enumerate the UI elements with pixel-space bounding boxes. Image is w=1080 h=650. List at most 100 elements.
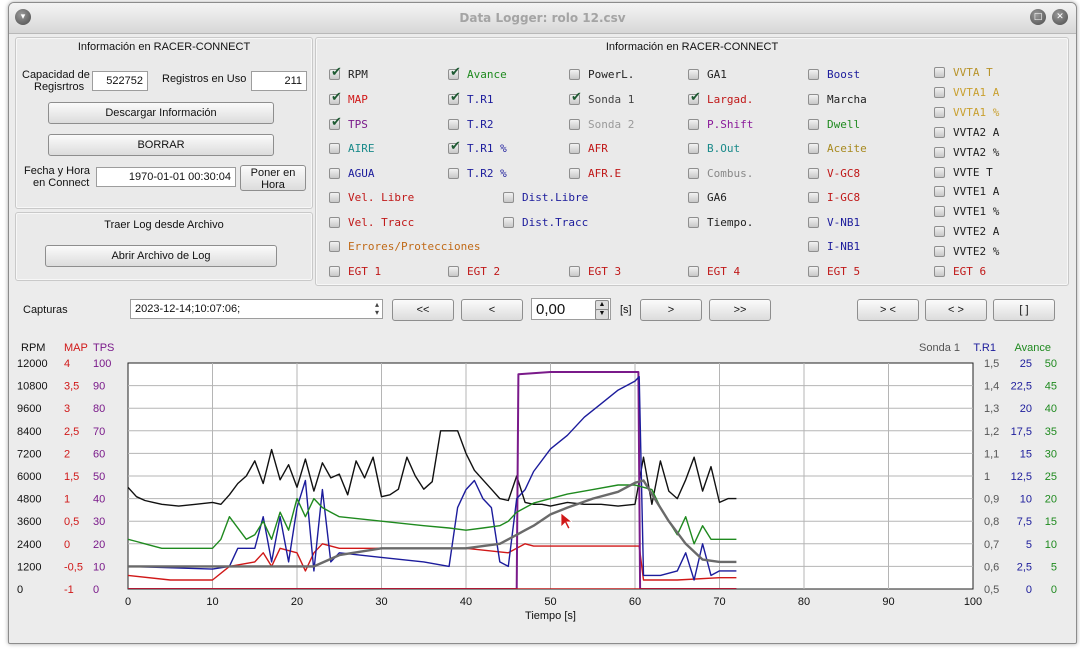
download-button[interactable]: Descargar Información xyxy=(48,102,274,124)
checkbox-box[interactable] xyxy=(688,168,699,179)
checkbox-box[interactable]: ✔ xyxy=(329,116,342,130)
checkbox-box[interactable] xyxy=(448,119,459,130)
checkmark-icon: ✔ xyxy=(331,90,342,105)
x-tick-label: 60 xyxy=(629,596,641,608)
last-button[interactable]: >> xyxy=(709,299,771,321)
checkbox-box[interactable] xyxy=(934,246,945,258)
checkbox-box[interactable] xyxy=(808,119,819,130)
checkbox-box[interactable] xyxy=(503,217,514,228)
checkbox-box[interactable] xyxy=(329,143,340,154)
checkbox-box[interactable] xyxy=(688,266,699,277)
checkbox-box[interactable] xyxy=(934,226,945,238)
right-axis-tick: 22,5 xyxy=(1011,381,1032,393)
racer-connect-info-group: Información en RACER-CONNECT Capacidad d… xyxy=(15,37,313,209)
checkbox-label: Vel. Tracc xyxy=(348,216,415,229)
left-axis-title: TPS xyxy=(93,342,114,354)
checkbox-box[interactable] xyxy=(688,217,699,228)
checkbox-box[interactable]: ✔ xyxy=(329,65,342,80)
right-axis-tick: 45 xyxy=(1045,381,1057,393)
checkbox-box[interactable] xyxy=(569,143,580,154)
spin-down-icon[interactable]: ▼ xyxy=(595,309,609,320)
checkbox-box[interactable] xyxy=(569,119,580,130)
plot-svg: 0 10 20 30 40 50 60 70 80 90 100Tiempo [s]RPM12000… xyxy=(17,342,1057,622)
checkbox-box[interactable] xyxy=(934,186,945,198)
checkbox-box[interactable] xyxy=(808,94,819,105)
left-axis-tick: 20 xyxy=(93,539,105,551)
right-axis-tick: 5 xyxy=(1026,539,1032,551)
checkbox-box[interactable] xyxy=(329,266,340,277)
checkbox-box[interactable]: ✔ xyxy=(448,66,461,80)
erase-button[interactable]: BORRAR xyxy=(48,134,274,156)
close-icon[interactable]: ✕ xyxy=(1052,9,1068,25)
checkbox-box[interactable] xyxy=(934,206,945,218)
left-axis-tick: 1 xyxy=(64,494,70,506)
checkbox-label: P.Shift xyxy=(707,118,754,131)
checkbox-box[interactable] xyxy=(448,266,459,277)
fit-view-button[interactable]: [ ] xyxy=(993,299,1055,321)
x-tick-label: 50 xyxy=(544,596,556,608)
checkmark-icon: ✔ xyxy=(331,65,342,80)
x-tick-label: 90 xyxy=(882,596,894,608)
set-time-button[interactable]: Poner en Hora xyxy=(240,165,306,191)
group-title: Traer Log desde Archivo xyxy=(104,219,224,231)
checkbox-label: Avance xyxy=(467,68,507,81)
checkbox-box[interactable] xyxy=(808,69,819,80)
checkbox-box[interactable] xyxy=(688,69,699,80)
checkbox-box[interactable] xyxy=(808,217,819,228)
checkbox-box[interactable] xyxy=(329,192,340,203)
left-axis-tick: 1200 xyxy=(17,561,41,573)
checkbox-box[interactable] xyxy=(329,241,340,252)
checkbox-box[interactable] xyxy=(688,143,699,154)
checkbox-box[interactable]: ✔ xyxy=(688,91,701,105)
checkbox-label: VVTE1 % xyxy=(953,205,1000,219)
checkbox-label: T.R2 % xyxy=(467,167,507,180)
data-logger-window: ▾ Data Logger: rolo 12.csv □ ✕ Informaci… xyxy=(8,2,1077,644)
checkbox-box[interactable] xyxy=(503,192,514,203)
next-button[interactable]: > xyxy=(640,299,702,321)
checkbox-box[interactable] xyxy=(569,266,580,277)
checkbox-box[interactable] xyxy=(688,119,699,130)
checkbox-box[interactable] xyxy=(934,86,945,98)
checkbox-box[interactable] xyxy=(934,126,945,138)
checkbox-box[interactable] xyxy=(808,266,819,277)
channels-group: Información en RACER-CONNECT ✔ RPM ✔ Avance… xyxy=(315,37,1069,286)
checkbox-box[interactable] xyxy=(934,166,945,178)
checkbox-label: T.R1 % xyxy=(467,142,507,155)
checkbox-box[interactable] xyxy=(808,168,819,179)
checkbox-label: VVTA2 A xyxy=(953,125,1000,139)
checkbox-box[interactable]: ✔ xyxy=(448,91,461,105)
checkbox-box[interactable] xyxy=(934,146,945,158)
right-axis-tick: 0,8 xyxy=(984,516,999,528)
maximize-icon[interactable]: □ xyxy=(1030,9,1046,25)
checkbox-box[interactable] xyxy=(808,241,819,252)
prev-button[interactable]: < xyxy=(461,299,523,321)
checkbox-box[interactable] xyxy=(688,192,699,203)
checkbox-box[interactable] xyxy=(934,106,945,118)
zoom-in-button[interactable]: > < xyxy=(857,299,919,321)
checkbox-box[interactable] xyxy=(808,192,819,203)
checkbox-box[interactable]: ✔ xyxy=(448,139,461,154)
first-button[interactable]: << xyxy=(392,299,454,321)
checkbox-box[interactable] xyxy=(808,143,819,154)
checkbox-box[interactable]: ✔ xyxy=(329,90,342,105)
zoom-out-button[interactable]: < > xyxy=(925,299,987,321)
checkbox-box[interactable] xyxy=(329,168,340,179)
checkbox-label: GA1 xyxy=(707,68,727,81)
captures-select[interactable]: 2023-12-14;10:07:06; ▴ ▾ xyxy=(130,299,383,319)
checkbox-box[interactable] xyxy=(329,217,340,228)
offset-unit-label: [s] xyxy=(620,304,632,316)
checkbox-label: MAP xyxy=(348,93,368,106)
checkbox-box[interactable] xyxy=(569,69,580,80)
checkbox-label: Dwell xyxy=(827,118,861,131)
checkbox-box[interactable] xyxy=(569,168,580,179)
x-tick-label: 0 xyxy=(125,596,131,608)
checkbox-box[interactable]: ✔ xyxy=(569,91,582,105)
right-axis-tick: 20 xyxy=(1020,403,1032,415)
checkbox-box[interactable] xyxy=(934,67,945,78)
open-log-file-button[interactable]: Abrir Archivo de Log xyxy=(45,245,277,267)
offset-spinbox[interactable]: 0,00 ▲ ▼ xyxy=(531,298,611,320)
checkmark-icon: ✔ xyxy=(450,139,461,154)
checkbox-box[interactable] xyxy=(448,168,459,179)
right-axis-tick: 1,1 xyxy=(984,448,999,460)
checkbox-box[interactable] xyxy=(934,266,945,277)
